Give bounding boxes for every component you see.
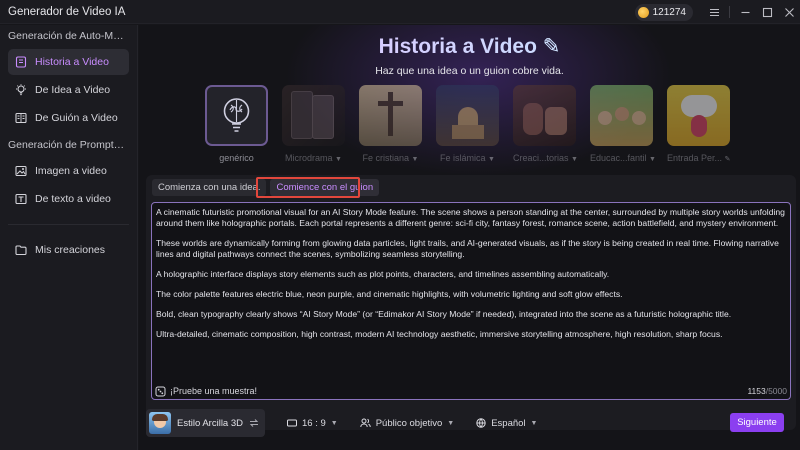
sidebar-item-story-to-video[interactable]: Historia a Video bbox=[8, 49, 129, 75]
chevron-down-icon: ▼ bbox=[330, 419, 338, 427]
title-bar-separator bbox=[729, 6, 730, 18]
aspect-ratio-label: 16 : 9 bbox=[302, 417, 326, 429]
template-thumbnail bbox=[359, 85, 422, 146]
language-label: Español bbox=[491, 417, 526, 429]
template-card-generic[interactable]: genérico bbox=[205, 85, 268, 163]
character-counter: 1153/5000 bbox=[747, 386, 787, 396]
template-label: Microdrama ▼ bbox=[285, 153, 342, 163]
sidebar-item-label: Historia a Video bbox=[35, 56, 109, 68]
menu-icon[interactable] bbox=[703, 0, 725, 24]
aspect-ratio-icon bbox=[287, 419, 297, 427]
template-card-christian-faith[interactable]: Fe cristiana ▼ bbox=[359, 85, 422, 163]
dice-icon bbox=[155, 386, 166, 396]
style-selector[interactable]: Estilo Arcilla 3D bbox=[146, 409, 265, 437]
main-content: Historia a Video ✎ Haz que una idea o un… bbox=[139, 25, 800, 450]
magic-wand-icon: ✎ bbox=[542, 35, 561, 58]
highlight-box bbox=[256, 177, 360, 198]
swap-icon bbox=[249, 419, 259, 427]
script-paragraph: A cinematic futuristic promotional visua… bbox=[156, 207, 785, 228]
close-icon[interactable] bbox=[778, 0, 800, 24]
sidebar-section-auto-match: Generación de Auto-Match d... bbox=[8, 30, 137, 42]
script-paragraph: Bold, clean typography clearly shows “AI… bbox=[156, 309, 732, 319]
page-title: Historia a Video ✎ bbox=[139, 34, 800, 59]
tab-start-with-idea[interactable]: Comienza con una idea. bbox=[152, 179, 267, 196]
template-card-child-education[interactable]: Educac...fantil ▼ bbox=[590, 85, 656, 163]
title-bar: Generador de Video IA 121274 bbox=[0, 0, 800, 24]
template-card-microdrama[interactable]: Microdrama ▼ bbox=[282, 85, 345, 163]
template-label: Entrada Per... ✎ bbox=[667, 153, 731, 163]
template-thumbnail bbox=[205, 85, 268, 146]
target-audience-label: Público objetivo bbox=[375, 417, 443, 429]
template-thumbnail bbox=[590, 85, 653, 146]
image-icon bbox=[15, 165, 27, 177]
sidebar-item-text-to-video[interactable]: De texto a video bbox=[8, 186, 129, 212]
bulb-icon bbox=[15, 84, 27, 96]
script-paragraph: These worlds are dynamically forming fro… bbox=[156, 238, 779, 259]
sidebar-item-label: Mis creaciones bbox=[35, 244, 106, 256]
script-panel: Comienza con una idea. Comience con el g… bbox=[146, 175, 796, 430]
template-label: Creaci...torias ▼ bbox=[513, 153, 578, 163]
next-button[interactable]: Siguiente bbox=[730, 413, 784, 432]
template-label: Educac...fantil ▼ bbox=[590, 153, 656, 163]
script-paragraph: Ultra-detailed, cinematic composition, h… bbox=[156, 329, 723, 339]
title-bar-controls: 121274 bbox=[634, 0, 800, 24]
template-label: Fe islámica ▼ bbox=[440, 153, 495, 163]
template-thumbnail bbox=[436, 85, 499, 146]
bottom-toolbar: Estilo Arcilla 3D 16 : 9 ▼ Público objet… bbox=[146, 406, 796, 440]
text-icon bbox=[15, 193, 27, 205]
chevron-down-icon: ▼ bbox=[447, 419, 455, 427]
audience-icon bbox=[360, 418, 371, 428]
sidebar-item-label: Imagen a video bbox=[35, 165, 107, 177]
sidebar-item-idea-to-video[interactable]: De Idea a Video bbox=[8, 77, 129, 103]
credits-badge[interactable]: 121274 bbox=[634, 3, 693, 21]
brain-bulb-icon bbox=[223, 98, 250, 132]
template-card-story-creation[interactable]: Creaci...torias ▼ bbox=[513, 85, 578, 163]
template-card-personal-input[interactable]: Entrada Per... ✎ bbox=[667, 85, 730, 163]
template-gallery: genérico Microdrama ▼ Fe cristiana ▼ Fe … bbox=[205, 85, 730, 163]
coin-icon bbox=[637, 6, 649, 18]
aspect-ratio-dropdown[interactable]: 16 : 9 ▼ bbox=[287, 418, 338, 429]
sidebar-item-my-creations[interactable]: Mis creaciones bbox=[8, 237, 129, 263]
sidebar-item-label: De Guión a Video bbox=[35, 112, 118, 124]
template-label: Fe cristiana ▼ bbox=[362, 153, 419, 163]
template-thumbnail bbox=[282, 85, 345, 146]
template-thumbnail bbox=[667, 85, 730, 146]
edit-icon: ✎ bbox=[724, 156, 731, 163]
script-paragraph: The color palette features electric blue… bbox=[156, 289, 623, 299]
chevron-down-icon: ▼ bbox=[530, 419, 538, 427]
template-card-islamic-faith[interactable]: Fe islámica ▼ bbox=[436, 85, 499, 163]
style-label: Estilo Arcilla 3D bbox=[177, 417, 243, 429]
template-thumbnail bbox=[513, 85, 576, 146]
minimize-icon[interactable] bbox=[734, 0, 756, 24]
style-avatar bbox=[149, 412, 171, 434]
script-textarea[interactable]: A cinematic futuristic promotional visua… bbox=[151, 202, 791, 400]
sidebar-section-ai-prompts: Generación de Prompts de IA bbox=[8, 139, 137, 151]
credits-count: 121274 bbox=[652, 6, 686, 18]
folder-icon bbox=[15, 244, 27, 256]
template-label: genérico bbox=[219, 153, 254, 163]
language-dropdown[interactable]: Español ▼ bbox=[476, 418, 537, 429]
sidebar-item-label: De texto a video bbox=[35, 193, 111, 205]
sidebar-item-script-to-video[interactable]: De Guión a Video bbox=[8, 105, 129, 131]
sidebar-item-label: De Idea a Video bbox=[35, 84, 111, 96]
script-icon bbox=[15, 112, 27, 124]
globe-icon bbox=[476, 418, 486, 428]
editor-footer: ¡Pruebe una muestra! 1153/5000 bbox=[151, 382, 791, 400]
sidebar: Generación de Auto-Match d... Historia a… bbox=[0, 25, 138, 450]
page-subtitle: Haz que una idea o un guion cobre vida. bbox=[375, 65, 564, 77]
script-paragraph: A holographic interface displays story e… bbox=[156, 269, 610, 279]
sidebar-item-image-to-video[interactable]: Imagen a video bbox=[8, 158, 129, 184]
app-title: Generador de Video IA bbox=[8, 5, 126, 18]
story-icon bbox=[15, 56, 27, 68]
target-audience-dropdown[interactable]: Público objetivo ▼ bbox=[360, 418, 454, 429]
sidebar-divider bbox=[8, 224, 129, 225]
maximize-icon[interactable] bbox=[756, 0, 778, 24]
try-sample-button[interactable]: ¡Pruebe una muestra! bbox=[155, 386, 257, 397]
try-sample-label: ¡Pruebe una muestra! bbox=[170, 386, 258, 396]
